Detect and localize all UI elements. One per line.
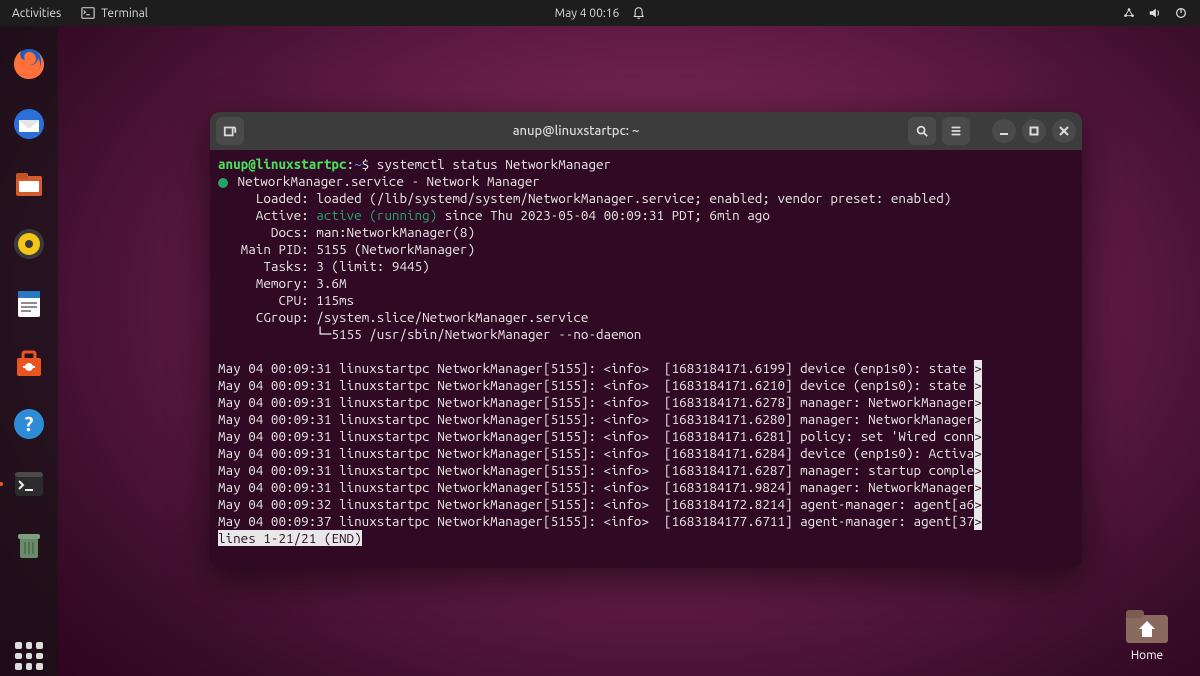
power-icon[interactable] bbox=[1174, 6, 1188, 20]
close-button[interactable] bbox=[1052, 119, 1076, 143]
trash-icon[interactable] bbox=[9, 524, 49, 564]
terminal-window: anup@linuxstartpc: ~ anup@linuxstartpc:~… bbox=[210, 112, 1082, 568]
terminal-titlebar: anup@linuxstartpc: ~ bbox=[210, 112, 1082, 150]
app-indicator-label: Terminal bbox=[101, 7, 148, 20]
terminal-body[interactable]: anup@linuxstartpc:~$ systemctl status Ne… bbox=[210, 150, 1082, 553]
dock: ? bbox=[0, 26, 58, 676]
maximize-button[interactable] bbox=[1022, 119, 1046, 143]
show-applications-icon[interactable] bbox=[9, 636, 49, 676]
thunderbird-icon[interactable] bbox=[9, 104, 49, 144]
volume-icon[interactable] bbox=[1148, 6, 1162, 20]
app-indicator[interactable]: Terminal bbox=[81, 6, 148, 20]
activities-button[interactable]: Activities bbox=[12, 7, 61, 20]
files-icon[interactable] bbox=[9, 164, 49, 204]
window-title: anup@linuxstartpc: ~ bbox=[250, 124, 902, 138]
rhythmbox-icon[interactable] bbox=[9, 224, 49, 264]
minimize-button[interactable] bbox=[992, 119, 1016, 143]
home-folder-icon bbox=[1124, 605, 1170, 645]
search-button[interactable] bbox=[908, 117, 936, 145]
writer-icon[interactable] bbox=[9, 284, 49, 324]
svg-text:?: ? bbox=[25, 412, 34, 435]
terminal-icon[interactable] bbox=[9, 464, 49, 504]
network-status-icon[interactable] bbox=[1122, 6, 1136, 20]
top-bar: Activities Terminal May 4 00:16 bbox=[0, 0, 1200, 26]
clock[interactable]: May 4 00:16 bbox=[555, 7, 620, 20]
firefox-icon[interactable] bbox=[9, 44, 49, 84]
desktop-home-folder[interactable]: Home bbox=[1124, 605, 1170, 662]
desktop-home-label: Home bbox=[1131, 649, 1163, 662]
help-icon[interactable]: ? bbox=[9, 404, 49, 444]
menu-button[interactable] bbox=[942, 117, 970, 145]
notification-bell-icon[interactable] bbox=[631, 6, 645, 20]
software-icon[interactable] bbox=[9, 344, 49, 384]
terminal-indicator-icon bbox=[81, 6, 95, 20]
new-tab-button[interactable] bbox=[216, 117, 244, 145]
